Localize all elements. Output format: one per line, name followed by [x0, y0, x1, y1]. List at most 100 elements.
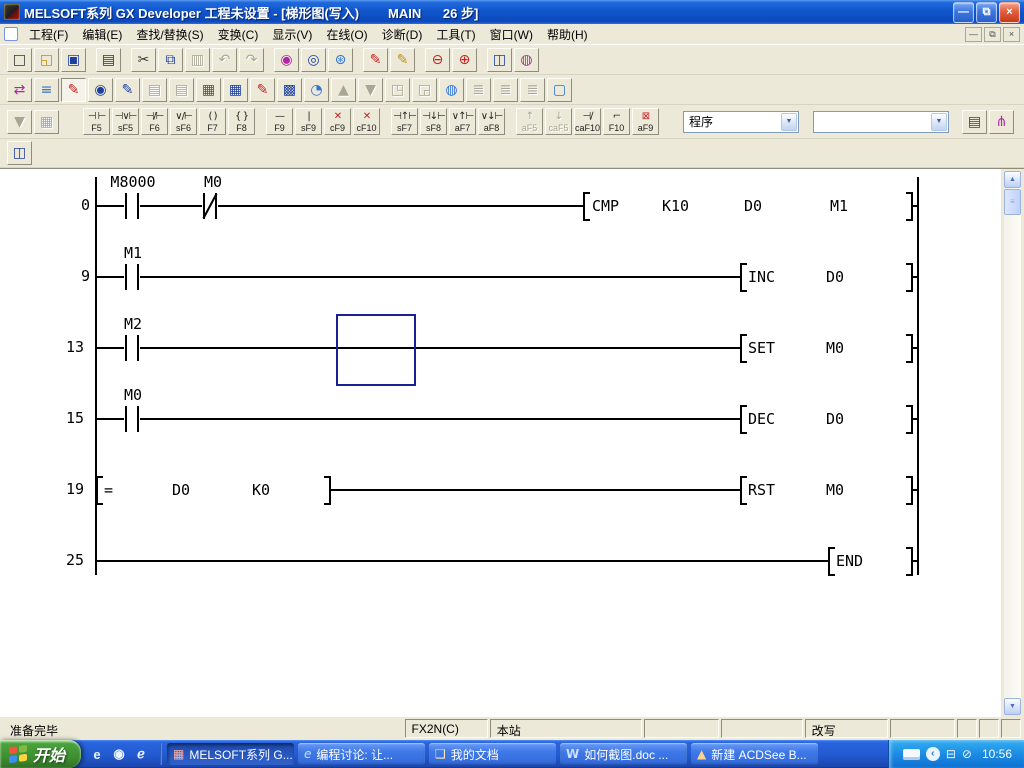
compare-operand[interactable]: D0	[172, 480, 190, 500]
instruction-operand[interactable]: K10	[662, 196, 689, 216]
closed-contact-button[interactable]: ⊣/⊢F6	[141, 108, 168, 135]
task-acdsee[interactable]: ▲ 新建 ACDSee B...	[691, 743, 818, 765]
device-test-button[interactable]: ▦	[196, 78, 221, 102]
monitor-mode-button[interactable]: ▦	[34, 110, 59, 134]
zoom-in-button[interactable]: ⊕	[452, 48, 477, 72]
open-contact-M1[interactable]	[124, 264, 140, 290]
write-mode-button[interactable]: ✎	[363, 48, 388, 72]
keyboard-tray-icon[interactable]	[903, 749, 920, 760]
instruction-mnemonic[interactable]: DEC	[748, 409, 775, 429]
instruction-operand[interactable]: D0	[744, 196, 762, 216]
remote-operation-button[interactable]: ◍	[439, 78, 464, 102]
mdi-close-button[interactable]: ×	[1003, 27, 1020, 42]
mdi-minimize-button[interactable]: —	[965, 27, 982, 42]
find-device-button[interactable]: ⊛	[328, 48, 353, 72]
partial-run-button[interactable]: ◳	[385, 78, 410, 102]
delete-vline-button[interactable]: ✕cF10	[353, 108, 380, 135]
cross-reference-button[interactable]: ▩	[277, 78, 302, 102]
device-find-combobox[interactable]: ▼	[813, 111, 949, 133]
ladder-edit-mode-button[interactable]: ✎	[61, 78, 86, 102]
sampling-trace-button[interactable]: ◔	[304, 78, 329, 102]
logic-test-button[interactable]: ▼	[7, 110, 32, 134]
menu-view[interactable]: 显示(V)	[265, 24, 319, 45]
quicklaunch-ie-button[interactable]: e	[88, 745, 106, 763]
menu-help[interactable]: 帮助(H)	[540, 24, 595, 45]
ladder-edit-area[interactable]: 0 M8000 M0 CMP K10 D0 M1 9 M1 INC D0	[0, 168, 1024, 717]
insert-mode-button[interactable]: ✎	[390, 48, 415, 72]
close-button[interactable]: ×	[999, 2, 1020, 23]
new-button[interactable]: □	[7, 48, 32, 72]
compare-operand[interactable]: K0	[252, 480, 270, 500]
task-melsoft[interactable]: ▦ MELSOFT系列 G...	[167, 743, 294, 765]
falling-pulse-button[interactable]: ⊣↓⊢sF8	[420, 108, 447, 135]
instruction-operand[interactable]: M0	[826, 480, 844, 500]
restore-button[interactable]: ⧉	[976, 2, 997, 23]
hide-icons-chevron[interactable]: ‹	[926, 747, 940, 761]
transfer-setup-button[interactable]: ⇄	[7, 78, 32, 102]
print-button[interactable]: ▤	[96, 48, 121, 72]
write-search-button[interactable]: ✎	[115, 78, 140, 102]
up-convert-button[interactable]: ↑aF5	[516, 108, 543, 135]
open-contact-M0[interactable]	[124, 406, 140, 432]
zoom-out-button[interactable]: ⊖	[425, 48, 450, 72]
delete-hline-button[interactable]: ✕cF9	[324, 108, 351, 135]
instruction-operand[interactable]: D0	[826, 409, 844, 429]
device-comment-button[interactable]: ✎	[250, 78, 275, 102]
invert-result-button[interactable]: ⊣∕caF10	[574, 108, 601, 135]
quicklaunch-media-button[interactable]: ◉	[110, 745, 128, 763]
find-button[interactable]: ◉	[274, 48, 299, 72]
paste-button[interactable]: ▥	[185, 48, 210, 72]
menu-diagnostics[interactable]: 诊断(D)	[375, 24, 430, 45]
instruction-mnemonic[interactable]: SET	[748, 338, 775, 358]
closed-branch-button[interactable]: ∨/⊢sF6	[170, 108, 197, 135]
project-list-button[interactable]: ◫	[7, 141, 32, 165]
device-batch-button[interactable]: ▦	[223, 78, 248, 102]
scroll-up-button[interactable]: ▲	[1004, 171, 1021, 188]
branch-line-button[interactable]: ⌐F10	[603, 108, 630, 135]
chevron-down-icon[interactable]: ▼	[781, 113, 797, 131]
start-button[interactable]: 开始	[0, 740, 81, 768]
instruction-operand[interactable]: M0	[826, 338, 844, 358]
instruction-mnemonic[interactable]: RST	[748, 480, 775, 500]
copy-button[interactable]: ⧉	[158, 48, 183, 72]
network-tray-icon[interactable]: ⊟	[946, 747, 956, 761]
quicklaunch-explorer-button[interactable]: ℯ	[132, 745, 150, 763]
coil-button[interactable]: ( )F7	[199, 108, 226, 135]
rising-branch-button[interactable]: ∨↑⊢aF7	[449, 108, 476, 135]
down-convert-button[interactable]: ↓caF5	[545, 108, 572, 135]
horizontal-line-button[interactable]: —F9	[266, 108, 293, 135]
menu-convert[interactable]: 变换(C)	[211, 24, 266, 45]
delete-line-button[interactable]: ⊠aF9	[632, 108, 659, 135]
open-branch-button[interactable]: ⊣∨⊢sF5	[112, 108, 139, 135]
open-button[interactable]: ◱	[34, 48, 59, 72]
instruction-mnemonic[interactable]: INC	[748, 267, 775, 287]
mdi-restore-button[interactable]: ⧉	[984, 27, 1001, 42]
open-contact-M8000[interactable]	[124, 193, 140, 219]
menu-find-replace[interactable]: 查找/替换(S)	[129, 24, 210, 45]
undo-button[interactable]: ↶	[212, 48, 237, 72]
ladder-view-button[interactable]: ≡	[34, 78, 59, 102]
instruction-mnemonic[interactable]: CMP	[592, 196, 619, 216]
chevron-down-icon[interactable]: ▼	[931, 113, 947, 131]
edit-cursor-box[interactable]	[336, 314, 416, 386]
compare-operator[interactable]: =	[104, 480, 113, 500]
task-word-document[interactable]: W 如何截图.doc ...	[560, 743, 687, 765]
step-stop-button[interactable]: ▼	[358, 78, 383, 102]
rising-pulse-button[interactable]: ⊣↑⊢sF7	[391, 108, 418, 135]
save-button[interactable]: ▣	[61, 48, 86, 72]
menu-online[interactable]: 在线(O)	[319, 24, 374, 45]
menu-window[interactable]: 窗口(W)	[483, 24, 540, 45]
redo-button[interactable]: ↷	[239, 48, 264, 72]
scroll-down-button[interactable]: ▼	[1004, 698, 1021, 715]
statement-button[interactable]: ▤	[962, 110, 987, 134]
step-run-button[interactable]: ▲	[331, 78, 356, 102]
falling-branch-button[interactable]: ∨↓⊢aF8	[478, 108, 505, 135]
online-change2-button[interactable]: ≣	[493, 78, 518, 102]
window-switch-button[interactable]: ◫	[487, 48, 512, 72]
vertical-line-button[interactable]: |sF9	[295, 108, 322, 135]
online-change-button[interactable]: ≣	[466, 78, 491, 102]
instruction-operand[interactable]: M1	[830, 196, 848, 216]
menu-tools[interactable]: 工具(T)	[429, 24, 482, 45]
program-type-combobox[interactable]: 程序 ▼	[683, 111, 799, 133]
ladder-monitor-button[interactable]: ▢	[547, 78, 572, 102]
